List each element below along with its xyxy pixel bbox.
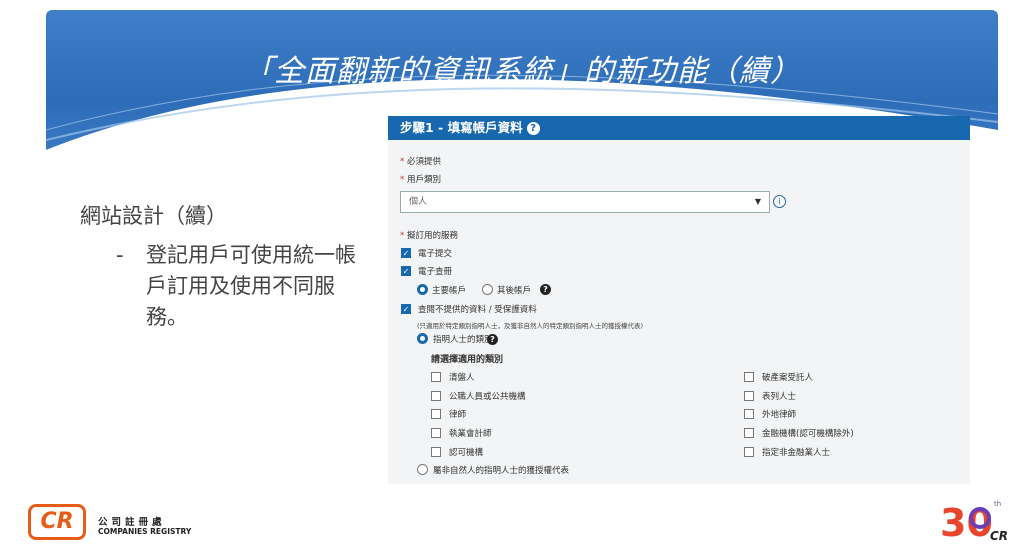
category-label: 外地律師 (762, 410, 797, 420)
radio-specified-person[interactable] (417, 333, 428, 344)
radio-subsequent-account[interactable] (482, 284, 493, 295)
checkbox-restricted-info[interactable]: ✓ (401, 304, 411, 314)
authorized-rep-label: 屬非自然人的指明人士的獲授權代表 (433, 466, 570, 476)
slide-title: 「全面翻新的資訊系統」的新功能（續） (243, 54, 801, 89)
checkbox-category[interactable] (431, 372, 441, 382)
chevron-down-icon: ▼ (754, 197, 761, 206)
section-heading: 網站設計（續） (80, 204, 227, 228)
category-label: 律師 (449, 410, 467, 420)
category-label: 破產案受託人 (762, 373, 814, 383)
account-type-select[interactable]: 個人 ▼ (400, 191, 770, 213)
restricted-service-label: 查閱不提供的資料 / 受保護資料 (418, 305, 537, 315)
required-note: * 必須提供 (400, 157, 441, 167)
checkbox-category[interactable] (744, 372, 754, 382)
bullet-dash: - (116, 243, 124, 267)
bullet-text: 登記用戶可使用統一帳戶訂用及使用不同服務。 (146, 243, 356, 329)
help-icon[interactable]: ? (526, 122, 540, 135)
checkbox-category[interactable] (431, 409, 441, 419)
account-type-label: * 用戶類別 (400, 175, 441, 185)
badge-suffix: th (994, 500, 1001, 508)
choose-category-label: 請選擇適用的類別 (431, 355, 504, 365)
services-label: * 擬訂用的服務 (400, 231, 458, 241)
checkbox-category[interactable] (744, 447, 754, 457)
checkbox-category[interactable] (744, 428, 754, 438)
checkbox-e-submission[interactable]: ✓ (401, 248, 411, 258)
checkbox-category[interactable] (744, 409, 754, 419)
org-name-english: COMPANIES REGISTRY (98, 527, 192, 536)
category-label: 指定非金融業人士 (762, 448, 831, 458)
checkbox-category[interactable] (431, 428, 441, 438)
30th-anniversary-badge: 30 th CR (940, 500, 1008, 544)
badge-number: 30 (940, 501, 993, 544)
help-icon[interactable]: ? (540, 284, 551, 295)
category-label: 認可機構 (449, 448, 484, 458)
checkbox-category[interactable] (744, 391, 754, 401)
category-label: 清盤人 (449, 373, 475, 383)
category-label: 金融機構(認可機構除外) (762, 429, 854, 439)
restricted-note: (只適用於特定類別指明人士，及獲非自然人的特定類別指明人士的獲授權代表) (417, 322, 644, 330)
form-step-header: 步驟1 - 填寫帳戶資料? (388, 116, 970, 140)
category-label: 表列人士 (762, 392, 797, 402)
account-type-value: 個人 (409, 197, 428, 207)
category-label: 執業會計師 (449, 429, 492, 439)
radio-authorized-representative[interactable] (417, 464, 428, 475)
option-subsequent-account: 其後帳戶 (497, 286, 532, 296)
checkbox-e-search[interactable]: ✓ (401, 266, 411, 276)
help-icon[interactable]: ? (487, 334, 498, 345)
specified-person-label: 指明人士的類別 (433, 335, 493, 345)
category-label: 公職人員或公共機構 (449, 392, 526, 402)
form-step-title: 步驟1 - 填寫帳戶資料 (400, 120, 523, 135)
cr-logo: CR (28, 504, 86, 540)
service-label-e-submission: 電子提交 (418, 249, 453, 259)
radio-main-account[interactable] (417, 284, 428, 295)
checkbox-category[interactable] (431, 447, 441, 457)
badge-cr: CR (990, 529, 1008, 543)
option-main-account: 主要帳戶 (432, 286, 467, 296)
info-icon[interactable]: i (773, 195, 786, 208)
service-label-e-search: 電子查冊 (418, 267, 453, 277)
org-name-chinese: 公司註冊處 (98, 517, 166, 528)
checkbox-category[interactable] (431, 391, 441, 401)
